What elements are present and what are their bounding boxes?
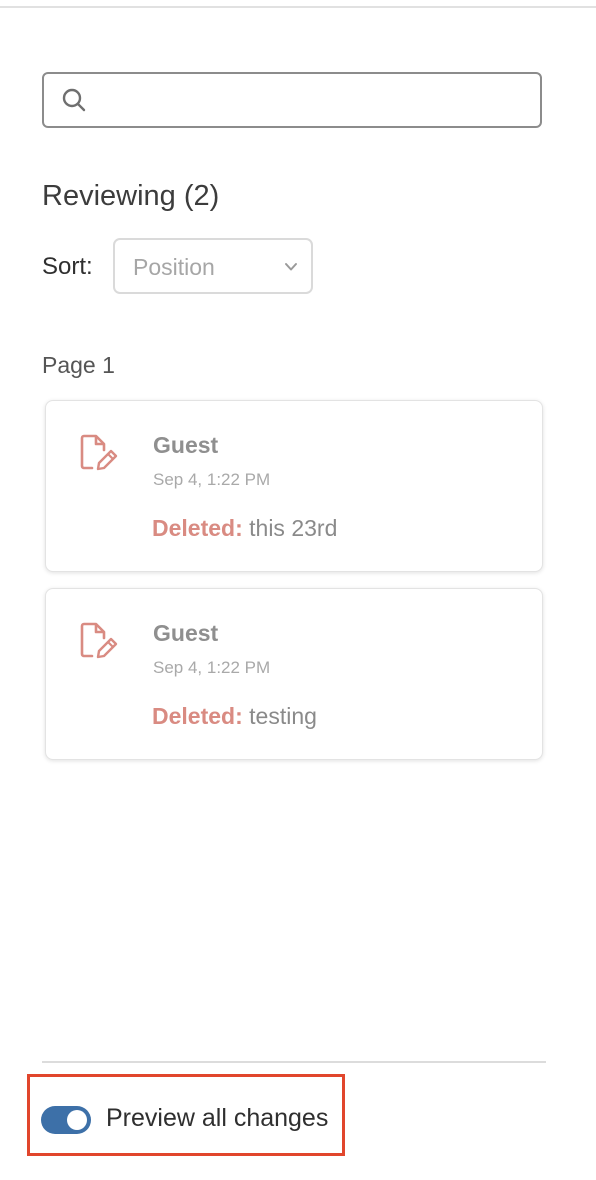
preview-all-changes-toggle[interactable] <box>41 1106 91 1134</box>
panel-heading: Reviewing (2) <box>42 180 220 212</box>
change-author: Guest <box>153 620 219 646</box>
change-type-label: Deleted: <box>152 515 243 541</box>
sort-selected-value: Position <box>133 254 215 280</box>
change-type-label: Deleted: <box>152 703 243 729</box>
change-author: Guest <box>153 432 219 458</box>
document-edit-icon <box>80 622 118 659</box>
change-text: this 23rd <box>242 515 338 541</box>
change-card[interactable]: Guest Sep 4, 1:22 PM Deleted: this 23rd <box>45 400 543 572</box>
preview-all-changes-label[interactable]: Preview all changes <box>106 1104 328 1133</box>
search-input[interactable] <box>98 82 532 120</box>
change-text: testing <box>242 703 317 729</box>
change-timestamp: Sep 4, 1:22 PM <box>153 658 271 677</box>
toggle-knob <box>67 1110 87 1130</box>
footer-divider <box>42 1061 546 1063</box>
sort-dropdown[interactable]: Position <box>113 238 313 294</box>
document-edit-icon <box>80 434 118 471</box>
sort-label: Sort: <box>42 253 93 280</box>
page-group-label: Page 1 <box>42 352 115 378</box>
change-description: Deleted: this 23rd <box>152 515 337 542</box>
change-timestamp: Sep 4, 1:22 PM <box>153 470 271 489</box>
change-card[interactable]: Guest Sep 4, 1:22 PM Deleted: testing <box>45 588 543 760</box>
chevron-down-icon <box>285 263 297 271</box>
change-description: Deleted: testing <box>152 703 317 730</box>
search-icon <box>62 88 86 112</box>
top-divider <box>0 6 596 8</box>
search-box[interactable] <box>42 72 542 128</box>
